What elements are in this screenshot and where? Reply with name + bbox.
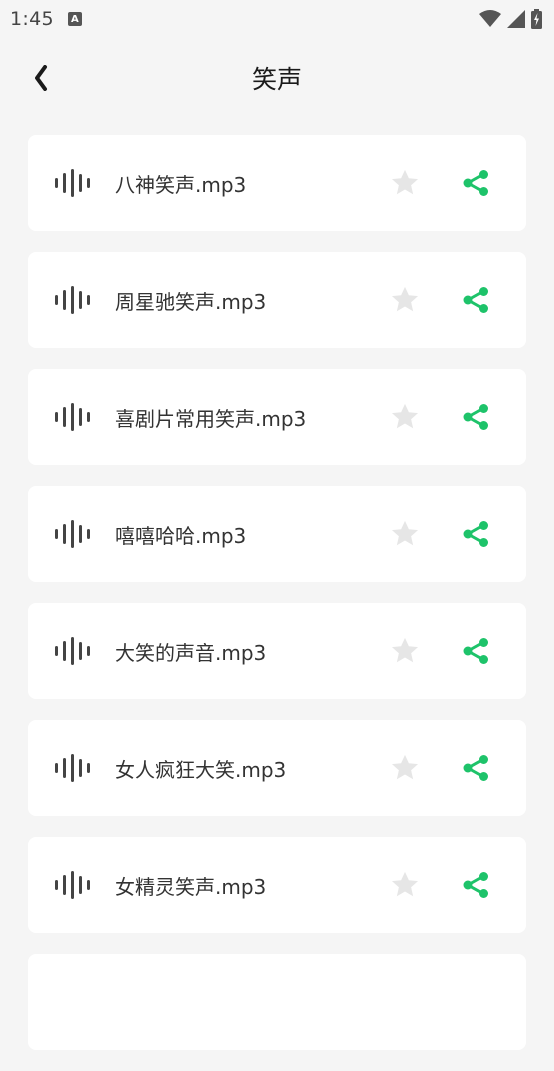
file-name: 女人疯狂大笑.mp3: [115, 757, 287, 782]
favorite-star-icon[interactable]: [389, 636, 421, 666]
file-name: 嘻嘻哈哈.mp3: [115, 523, 247, 548]
file-name: 八神笑声.mp3: [115, 172, 247, 197]
share-icon[interactable]: [462, 286, 490, 314]
sound-list: 八神笑声.mp3 周星驰笑声.mp3 喜剧片常用笑声.mp3 嘻嘻哈哈.mp3 …: [28, 135, 526, 1071]
list-item[interactable]: 周星驰笑声.mp3: [28, 252, 526, 348]
favorite-star-icon[interactable]: [389, 753, 421, 783]
list-item[interactable]: 女人疯狂大笑.mp3: [28, 720, 526, 816]
share-icon[interactable]: [462, 754, 490, 782]
share-icon[interactable]: [462, 637, 490, 665]
list-item[interactable]: 嘻嘻哈哈.mp3: [28, 486, 526, 582]
favorite-star-icon[interactable]: [389, 402, 421, 432]
list-item[interactable]: 大笑的声音.mp3: [28, 603, 526, 699]
list-item[interactable]: [28, 954, 526, 1050]
back-button[interactable]: [26, 60, 56, 96]
header: 笑声: [0, 50, 554, 106]
audio-wave-icon: [55, 286, 90, 314]
status-right: [479, 9, 542, 29]
share-icon[interactable]: [462, 403, 490, 431]
file-name: 大笑的声音.mp3: [115, 640, 267, 665]
signal-icon: [507, 10, 525, 28]
wifi-icon: [479, 10, 501, 27]
audio-wave-icon: [55, 754, 90, 782]
favorite-star-icon[interactable]: [389, 168, 421, 198]
status-time: 1:45: [10, 8, 54, 30]
battery-icon: [531, 9, 542, 29]
list-item[interactable]: 喜剧片常用笑声.mp3: [28, 369, 526, 465]
audio-wave-icon: [55, 403, 90, 431]
file-name: 喜剧片常用笑声.mp3: [115, 406, 307, 431]
share-icon[interactable]: [462, 520, 490, 548]
favorite-star-icon[interactable]: [389, 519, 421, 549]
file-name: 周星驰笑声.mp3: [115, 289, 267, 314]
share-icon[interactable]: [462, 871, 490, 899]
audio-wave-icon: [55, 520, 90, 548]
audio-wave-icon: [55, 169, 90, 197]
status-bar: 1:45 A: [0, 0, 554, 38]
list-item[interactable]: 八神笑声.mp3: [28, 135, 526, 231]
list-item[interactable]: 女精灵笑声.mp3: [28, 837, 526, 933]
page-title: 笑声: [251, 65, 302, 94]
notification-icon: A: [67, 12, 82, 26]
audio-wave-icon: [55, 871, 90, 899]
audio-wave-icon: [55, 637, 90, 665]
share-icon[interactable]: [462, 169, 490, 197]
favorite-star-icon[interactable]: [389, 870, 421, 900]
status-left: 1:45 A: [10, 8, 82, 30]
chevron-left-icon: [35, 65, 47, 91]
favorite-star-icon[interactable]: [389, 285, 421, 315]
file-name: 女精灵笑声.mp3: [115, 874, 267, 899]
